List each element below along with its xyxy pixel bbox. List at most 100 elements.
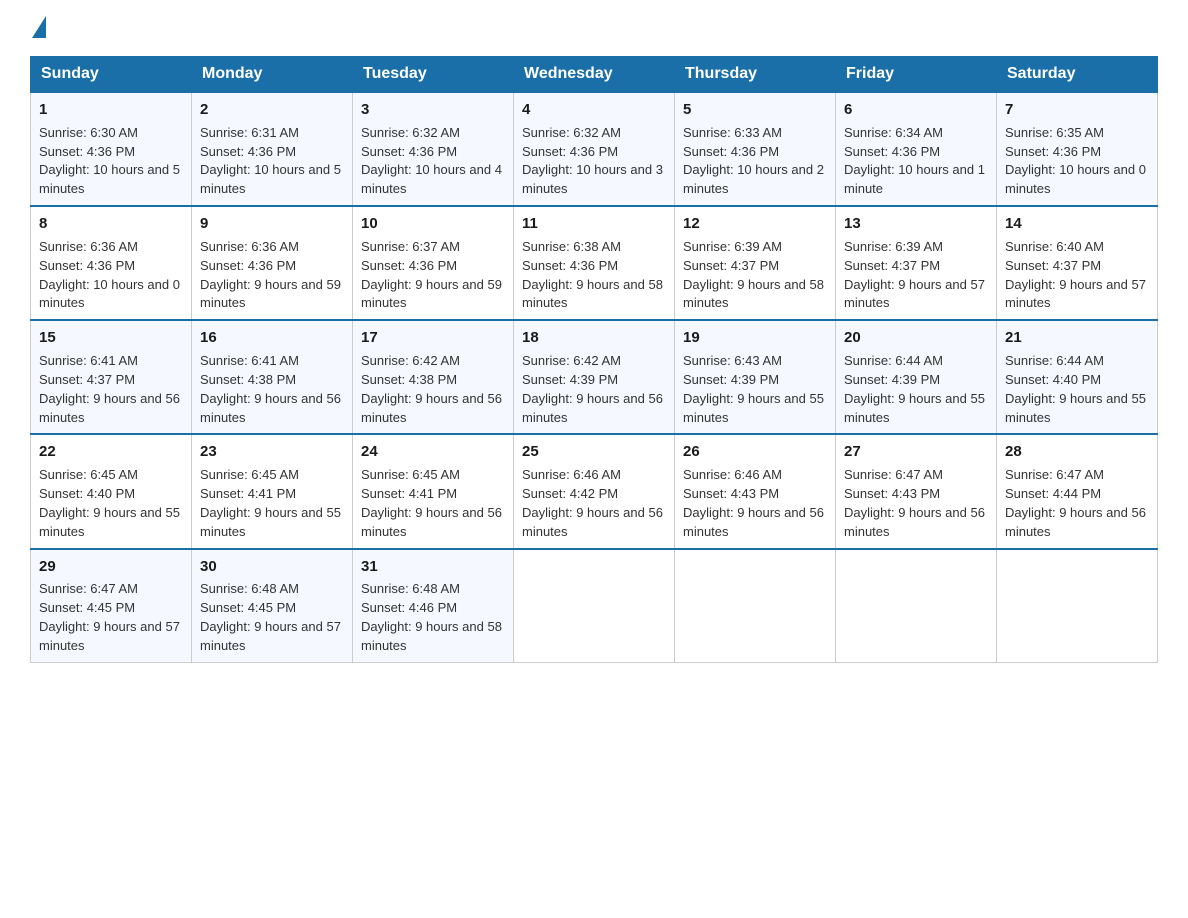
calendar-week-row: 15 Sunrise: 6:41 AM Sunset: 4:37 PM Dayl… xyxy=(31,320,1158,434)
calendar-cell: 11 Sunrise: 6:38 AM Sunset: 4:36 PM Dayl… xyxy=(514,206,675,320)
calendar-cell: 4 Sunrise: 6:32 AM Sunset: 4:36 PM Dayli… xyxy=(514,92,675,206)
day-sunrise: Sunrise: 6:42 AM xyxy=(361,353,460,368)
calendar-cell: 17 Sunrise: 6:42 AM Sunset: 4:38 PM Dayl… xyxy=(353,320,514,434)
day-sunset: Sunset: 4:40 PM xyxy=(1005,372,1101,387)
day-number: 26 xyxy=(683,441,827,463)
calendar-cell xyxy=(836,549,997,663)
day-daylight: Daylight: 9 hours and 56 minutes xyxy=(361,391,502,425)
calendar-table: SundayMondayTuesdayWednesdayThursdayFrid… xyxy=(30,56,1158,663)
calendar-cell: 20 Sunrise: 6:44 AM Sunset: 4:39 PM Dayl… xyxy=(836,320,997,434)
day-sunset: Sunset: 4:37 PM xyxy=(1005,258,1101,273)
day-sunrise: Sunrise: 6:47 AM xyxy=(844,467,943,482)
calendar-cell: 5 Sunrise: 6:33 AM Sunset: 4:36 PM Dayli… xyxy=(675,92,836,206)
calendar-week-row: 29 Sunrise: 6:47 AM Sunset: 4:45 PM Dayl… xyxy=(31,549,1158,663)
day-sunrise: Sunrise: 6:48 AM xyxy=(361,581,460,596)
day-sunrise: Sunrise: 6:48 AM xyxy=(200,581,299,596)
day-sunset: Sunset: 4:36 PM xyxy=(200,258,296,273)
day-daylight: Daylight: 9 hours and 56 minutes xyxy=(522,391,663,425)
day-sunrise: Sunrise: 6:47 AM xyxy=(39,581,138,596)
day-sunset: Sunset: 4:36 PM xyxy=(361,258,457,273)
day-number: 20 xyxy=(844,327,988,349)
day-sunrise: Sunrise: 6:32 AM xyxy=(522,125,621,140)
day-number: 21 xyxy=(1005,327,1149,349)
header-saturday: Saturday xyxy=(997,57,1158,93)
header-row: SundayMondayTuesdayWednesdayThursdayFrid… xyxy=(31,57,1158,93)
day-daylight: Daylight: 10 hours and 4 minutes xyxy=(361,162,502,196)
calendar-cell: 6 Sunrise: 6:34 AM Sunset: 4:36 PM Dayli… xyxy=(836,92,997,206)
day-daylight: Daylight: 9 hours and 57 minutes xyxy=(39,619,180,653)
day-sunrise: Sunrise: 6:40 AM xyxy=(1005,239,1104,254)
header-friday: Friday xyxy=(836,57,997,93)
day-daylight: Daylight: 10 hours and 2 minutes xyxy=(683,162,824,196)
calendar-cell: 9 Sunrise: 6:36 AM Sunset: 4:36 PM Dayli… xyxy=(192,206,353,320)
day-sunrise: Sunrise: 6:45 AM xyxy=(39,467,138,482)
day-sunset: Sunset: 4:36 PM xyxy=(39,144,135,159)
day-daylight: Daylight: 9 hours and 58 minutes xyxy=(683,277,824,311)
day-number: 16 xyxy=(200,327,344,349)
day-number: 30 xyxy=(200,556,344,578)
day-number: 31 xyxy=(361,556,505,578)
calendar-body: 1 Sunrise: 6:30 AM Sunset: 4:36 PM Dayli… xyxy=(31,92,1158,662)
calendar-cell: 23 Sunrise: 6:45 AM Sunset: 4:41 PM Dayl… xyxy=(192,434,353,548)
day-number: 17 xyxy=(361,327,505,349)
day-sunrise: Sunrise: 6:39 AM xyxy=(844,239,943,254)
day-number: 22 xyxy=(39,441,183,463)
day-daylight: Daylight: 10 hours and 0 minutes xyxy=(1005,162,1146,196)
day-number: 14 xyxy=(1005,213,1149,235)
calendar-cell: 14 Sunrise: 6:40 AM Sunset: 4:37 PM Dayl… xyxy=(997,206,1158,320)
day-number: 15 xyxy=(39,327,183,349)
day-sunrise: Sunrise: 6:44 AM xyxy=(1005,353,1104,368)
day-number: 13 xyxy=(844,213,988,235)
day-number: 19 xyxy=(683,327,827,349)
calendar-cell xyxy=(997,549,1158,663)
day-number: 27 xyxy=(844,441,988,463)
calendar-week-row: 8 Sunrise: 6:36 AM Sunset: 4:36 PM Dayli… xyxy=(31,206,1158,320)
day-daylight: Daylight: 9 hours and 58 minutes xyxy=(522,277,663,311)
day-daylight: Daylight: 10 hours and 0 minutes xyxy=(39,277,180,311)
day-daylight: Daylight: 10 hours and 3 minutes xyxy=(522,162,663,196)
day-number: 9 xyxy=(200,213,344,235)
header-thursday: Thursday xyxy=(675,57,836,93)
day-daylight: Daylight: 9 hours and 56 minutes xyxy=(683,505,824,539)
day-number: 10 xyxy=(361,213,505,235)
day-number: 5 xyxy=(683,99,827,121)
calendar-cell: 30 Sunrise: 6:48 AM Sunset: 4:45 PM Dayl… xyxy=(192,549,353,663)
calendar-cell: 10 Sunrise: 6:37 AM Sunset: 4:36 PM Dayl… xyxy=(353,206,514,320)
calendar-cell: 2 Sunrise: 6:31 AM Sunset: 4:36 PM Dayli… xyxy=(192,92,353,206)
day-daylight: Daylight: 9 hours and 55 minutes xyxy=(844,391,985,425)
day-sunrise: Sunrise: 6:38 AM xyxy=(522,239,621,254)
calendar-cell xyxy=(514,549,675,663)
day-number: 2 xyxy=(200,99,344,121)
calendar-cell: 25 Sunrise: 6:46 AM Sunset: 4:42 PM Dayl… xyxy=(514,434,675,548)
calendar-week-row: 1 Sunrise: 6:30 AM Sunset: 4:36 PM Dayli… xyxy=(31,92,1158,206)
day-sunset: Sunset: 4:37 PM xyxy=(683,258,779,273)
day-number: 6 xyxy=(844,99,988,121)
day-sunset: Sunset: 4:36 PM xyxy=(39,258,135,273)
day-sunset: Sunset: 4:46 PM xyxy=(361,600,457,615)
calendar-cell: 7 Sunrise: 6:35 AM Sunset: 4:36 PM Dayli… xyxy=(997,92,1158,206)
day-number: 29 xyxy=(39,556,183,578)
day-sunset: Sunset: 4:38 PM xyxy=(361,372,457,387)
calendar-cell: 22 Sunrise: 6:45 AM Sunset: 4:40 PM Dayl… xyxy=(31,434,192,548)
calendar-cell: 12 Sunrise: 6:39 AM Sunset: 4:37 PM Dayl… xyxy=(675,206,836,320)
day-sunrise: Sunrise: 6:45 AM xyxy=(361,467,460,482)
day-sunrise: Sunrise: 6:35 AM xyxy=(1005,125,1104,140)
day-sunset: Sunset: 4:36 PM xyxy=(844,144,940,159)
day-daylight: Daylight: 10 hours and 1 minute xyxy=(844,162,985,196)
header-sunday: Sunday xyxy=(31,57,192,93)
day-sunrise: Sunrise: 6:41 AM xyxy=(200,353,299,368)
day-sunrise: Sunrise: 6:41 AM xyxy=(39,353,138,368)
calendar-cell xyxy=(675,549,836,663)
day-sunrise: Sunrise: 6:33 AM xyxy=(683,125,782,140)
day-sunrise: Sunrise: 6:34 AM xyxy=(844,125,943,140)
day-number: 25 xyxy=(522,441,666,463)
day-sunset: Sunset: 4:36 PM xyxy=(683,144,779,159)
day-number: 8 xyxy=(39,213,183,235)
day-sunset: Sunset: 4:38 PM xyxy=(200,372,296,387)
day-daylight: Daylight: 9 hours and 58 minutes xyxy=(361,619,502,653)
day-number: 12 xyxy=(683,213,827,235)
day-daylight: Daylight: 9 hours and 55 minutes xyxy=(1005,391,1146,425)
calendar-cell: 21 Sunrise: 6:44 AM Sunset: 4:40 PM Dayl… xyxy=(997,320,1158,434)
calendar-cell: 19 Sunrise: 6:43 AM Sunset: 4:39 PM Dayl… xyxy=(675,320,836,434)
calendar-cell: 29 Sunrise: 6:47 AM Sunset: 4:45 PM Dayl… xyxy=(31,549,192,663)
